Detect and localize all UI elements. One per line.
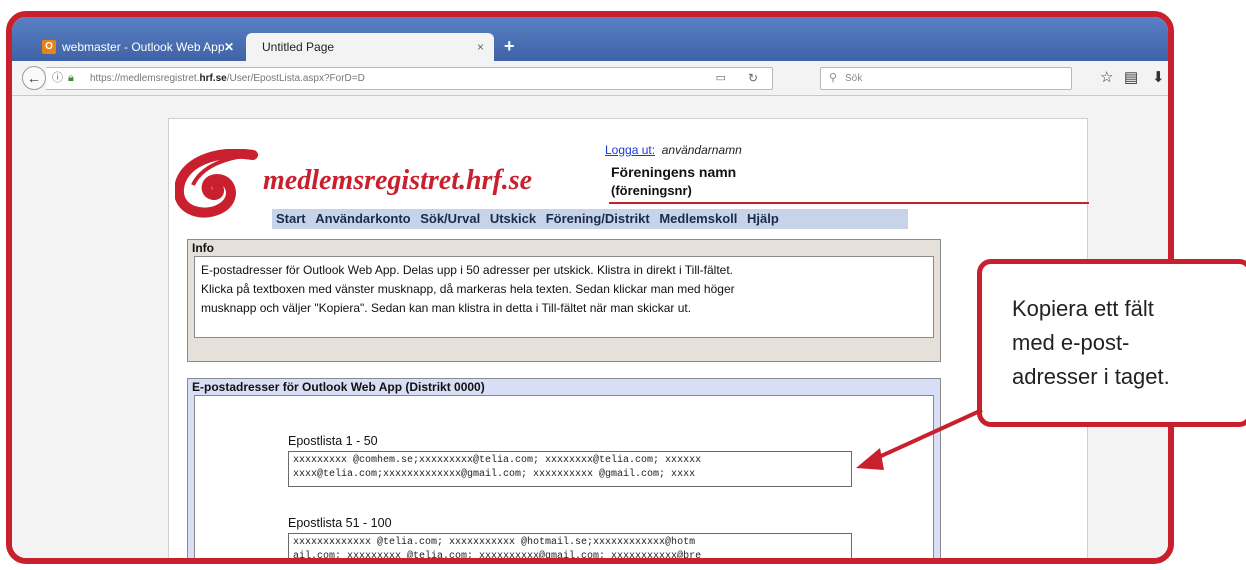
menu-item-forening-distrikt[interactable]: Förening/Distrikt (546, 211, 650, 226)
info-panel-body: E-postadresser för Outlook Web App. Dela… (194, 256, 934, 338)
email-list-label: Epostlista 51 - 100 (288, 516, 392, 530)
tab-title: Untitled Page (262, 40, 335, 54)
menu-item-anvandarkonto[interactable]: Användarkonto (315, 211, 410, 226)
org-number: (föreningsnr) (611, 183, 692, 198)
email-list-textbox[interactable]: xxxxxxxxxxxxx @telia.com; xxxxxxxxxxx @h… (288, 533, 852, 562)
tab-strip: O webmaster - Outlook Web App ✕ Untitled… (12, 17, 1168, 61)
logout-link[interactable]: Logga ut: (605, 143, 655, 157)
lock-icon: 🔒︎ (68, 72, 74, 84)
back-arrow-icon[interactable]: ← (22, 66, 46, 90)
callout-line: adresser i taget. (1012, 364, 1170, 389)
reload-icon[interactable]: ↻ (748, 68, 758, 89)
page-container: medlemsregistret.hrf.se Logga ut: använd… (168, 118, 1089, 562)
menu-item-sok-urval[interactable]: Sök/Urval (420, 211, 480, 226)
info-line: musknapp och väljer "Kopiera". Sedan kan… (201, 301, 692, 315)
logo-swirl-icon (175, 149, 258, 218)
navigation-bar: ← ⓘ 🔒︎ https://medlemsregistret.hrf.se/U… (12, 61, 1168, 96)
callout-line: Kopiera ett fält (1012, 296, 1154, 321)
tab-title: webmaster - Outlook Web App (62, 40, 225, 54)
header-divider (609, 202, 1089, 204)
email-panel-body: Epostlista 1 - 50 xxxxxxxxx @comhem.se;x… (194, 395, 934, 562)
menu-item-start[interactable]: Start (276, 211, 306, 226)
new-tab-icon[interactable]: + (504, 33, 524, 61)
search-input[interactable]: ⚲ Sök (820, 67, 1072, 90)
callout-text: Kopiera ett fält med e-post- adresser i … (1012, 292, 1170, 394)
info-text: E-postadresser för Outlook Web App. Dela… (201, 261, 925, 318)
download-arrow-icon[interactable]: ⬇ (1152, 68, 1165, 86)
menu-item-medlemskoll[interactable]: Medlemskoll (659, 211, 737, 226)
close-tab-icon[interactable]: × (477, 33, 484, 61)
menu-item-utskick[interactable]: Utskick (490, 211, 536, 226)
info-panel: Info E-postadresser för Outlook Web App.… (187, 239, 941, 362)
tab-untitled-page[interactable]: Untitled Page × (246, 33, 494, 61)
reader-view-icon[interactable]: ▭ (716, 68, 726, 89)
info-icon[interactable]: ⓘ (52, 68, 63, 89)
email-list-panel: E-postadresser för Outlook Web App (Dist… (187, 378, 941, 562)
search-icon: ⚲ (829, 72, 838, 84)
callout-line: med e-post- (1012, 330, 1130, 355)
bookmarks-list-icon[interactable]: ▤ (1124, 68, 1138, 86)
outlook-icon: O (42, 40, 56, 54)
site-logo-text: medlemsregistret.hrf.se (263, 165, 533, 196)
username-label: användarnamn (661, 143, 742, 157)
main-menu: Start Användarkonto Sök/Urval Utskick Fö… (272, 209, 908, 229)
tab-outlook[interactable]: O webmaster - Outlook Web App ✕ (34, 33, 244, 61)
email-list-label: Epostlista 1 - 50 (288, 434, 378, 448)
search-placeholder: Sök (845, 73, 863, 84)
logout-row: Logga ut: användarnamn (605, 143, 742, 157)
email-line: xxxxxxxxx @comhem.se;xxxxxxxxx@telia.com… (293, 455, 702, 466)
org-name: Föreningens namn (611, 164, 737, 180)
menu-item-hjalp[interactable]: Hjälp (747, 211, 779, 226)
annotation-callout: Kopiera ett fält med e-post- adresser i … (977, 259, 1246, 427)
email-line: xxxx@telia.com;xxxxxxxxxxxxx@gmail.com; … (293, 469, 696, 480)
email-panel-title: E-postadresser för Outlook Web App (Dist… (192, 380, 485, 394)
url-text: https://medlemsregistret.hrf.se/User/Epo… (90, 73, 365, 84)
address-bar[interactable]: ⓘ 🔒︎ https://medlemsregistret.hrf.se/Use… (46, 67, 773, 90)
email-line: xxxxxxxxxxxxx @telia.com; xxxxxxxxxxx @h… (293, 537, 696, 548)
info-panel-title: Info (192, 241, 214, 255)
email-list-textbox[interactable]: xxxxxxxxx @comhem.se;xxxxxxxxx@telia.com… (288, 451, 852, 487)
close-tab-icon[interactable]: ✕ (224, 33, 234, 61)
info-line: E-postadresser för Outlook Web App. Dela… (201, 263, 734, 277)
bookmark-star-icon[interactable]: ☆ (1100, 68, 1113, 86)
info-line: Klicka på textboxen med vänster musknapp… (201, 282, 735, 296)
email-line: ail.com; xxxxxxxxx @telia.com; xxxxxxxxx… (293, 551, 702, 562)
